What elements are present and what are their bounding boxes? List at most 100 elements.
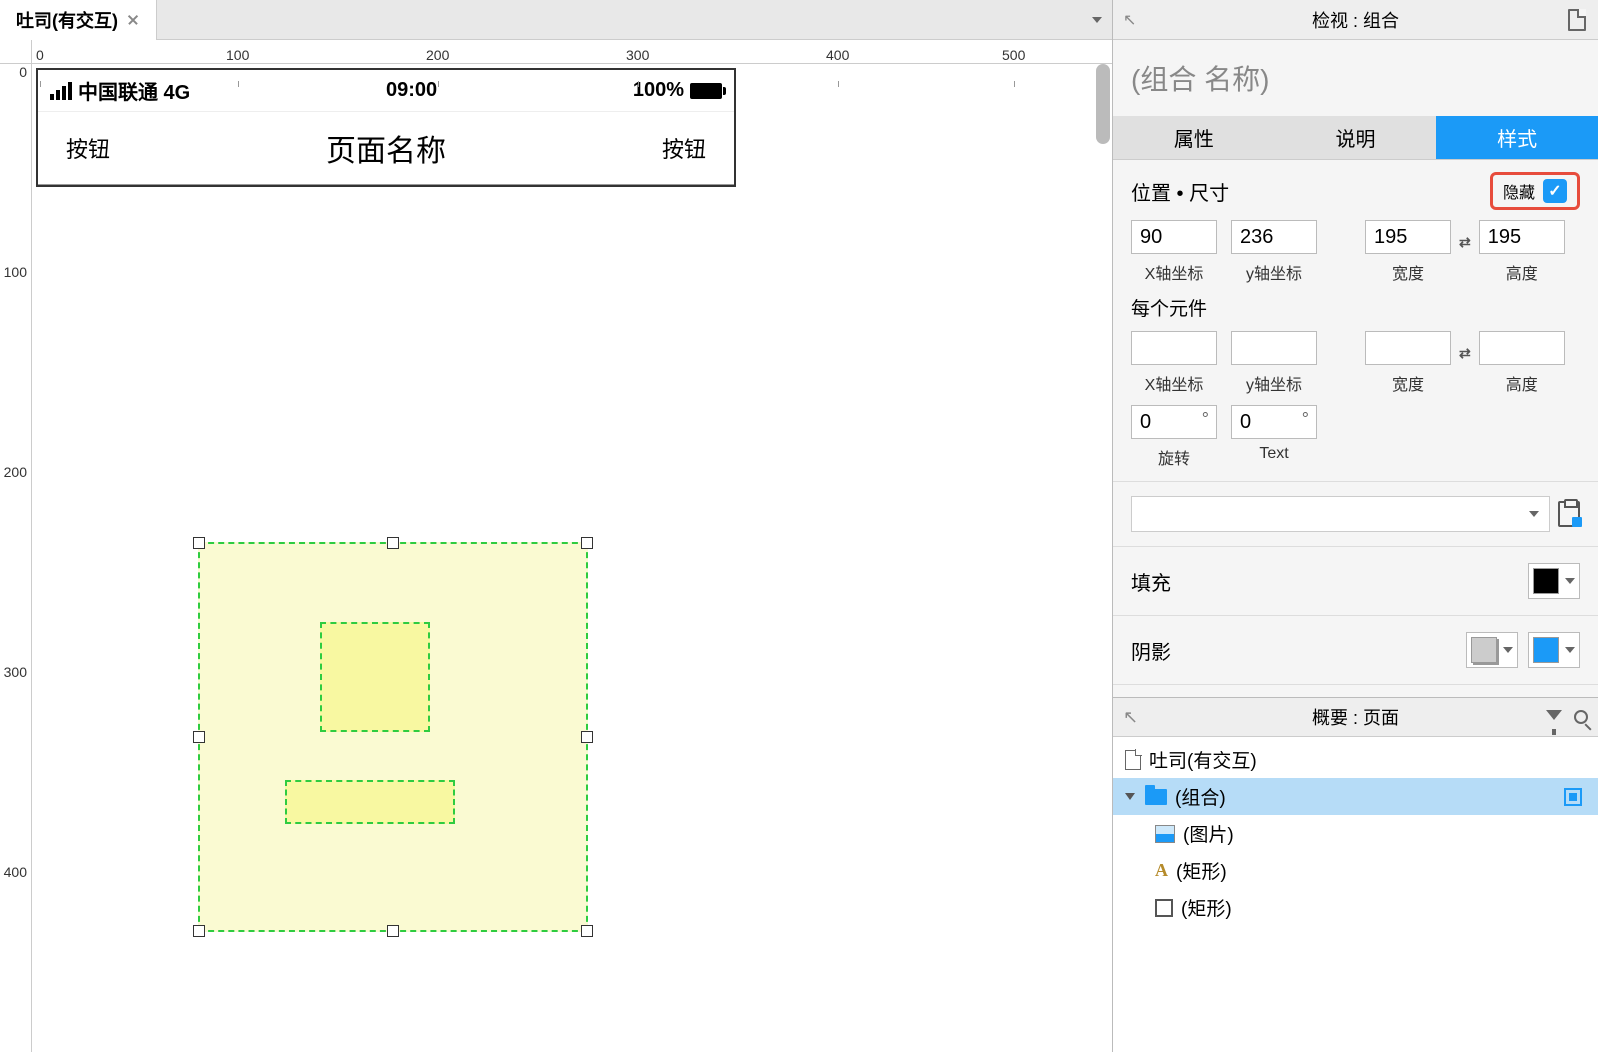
group-badge-icon bbox=[1564, 788, 1582, 806]
clipboard-icon[interactable] bbox=[1558, 501, 1580, 527]
nav-bar: 按钮 页面名称 按钮 bbox=[38, 111, 734, 185]
shadow-label: 阴影 bbox=[1131, 636, 1171, 665]
pe-width-input[interactable] bbox=[1365, 331, 1451, 365]
ruler-tick: 400 bbox=[826, 47, 849, 63]
text-rotation-label: Text bbox=[1259, 445, 1288, 463]
shadow-toggle[interactable] bbox=[1466, 632, 1518, 668]
style-dropdown[interactable] bbox=[1131, 496, 1550, 532]
scrollbar-vertical[interactable] bbox=[1096, 64, 1110, 144]
rectangle-icon bbox=[1155, 899, 1173, 917]
ruler-corner bbox=[0, 40, 32, 64]
fill-label: 填充 bbox=[1131, 567, 1171, 596]
carrier-label: 中国联通 4G bbox=[78, 76, 190, 105]
folder-icon bbox=[1145, 789, 1167, 805]
ruler-tick: 200 bbox=[4, 464, 27, 480]
ruler-tick: 400 bbox=[4, 864, 27, 880]
canvas-viewport[interactable]: 中国联通 4G 09:00 100% 按钮 页面名称 按钮 bbox=[32, 64, 1112, 1052]
inspector-header: ↖ 检视 : 组合 bbox=[1113, 0, 1598, 40]
document-tab[interactable]: 吐司(有交互) bbox=[0, 0, 157, 41]
ruler-tick: 500 bbox=[1002, 47, 1025, 63]
position-size-label: 位置 • 尺寸 bbox=[1131, 177, 1229, 206]
pe-height-input[interactable] bbox=[1479, 331, 1565, 365]
tab-notes[interactable]: 说明 bbox=[1275, 116, 1437, 160]
resize-handle-nw[interactable] bbox=[193, 537, 205, 549]
selected-group[interactable] bbox=[198, 542, 588, 932]
image-icon bbox=[1155, 825, 1175, 843]
tree-item-rect[interactable]: (矩形) bbox=[1113, 889, 1598, 926]
group-name-label[interactable]: (组合 名称) bbox=[1113, 40, 1598, 116]
hide-toggle[interactable]: 隐藏 ✓ bbox=[1490, 172, 1580, 210]
tree-label: 吐司(有交互) bbox=[1149, 746, 1257, 773]
pe-y-label: y轴坐标 bbox=[1246, 371, 1302, 395]
nav-left-button[interactable]: 按钮 bbox=[66, 132, 110, 164]
tree-item-page[interactable]: 吐司(有交互) bbox=[1113, 741, 1598, 778]
constrain-icon[interactable]: ⇄ bbox=[1459, 345, 1471, 362]
outline-tree[interactable]: 吐司(有交互) (组合) (图片) A (矩形) (矩形) bbox=[1113, 737, 1598, 1052]
nav-title: 页面名称 bbox=[110, 126, 662, 170]
inspector-title: 检视 : 组合 bbox=[1312, 7, 1399, 33]
pe-x-label: X轴坐标 bbox=[1145, 371, 1204, 395]
pe-x-input[interactable] bbox=[1131, 331, 1217, 365]
resize-handle-n[interactable] bbox=[387, 537, 399, 549]
ruler-tick: 100 bbox=[4, 264, 27, 280]
popout-icon[interactable]: ↖ bbox=[1123, 10, 1136, 30]
tab-style[interactable]: 样式 bbox=[1436, 116, 1598, 160]
selected-inner-rect[interactable] bbox=[285, 780, 455, 824]
status-bar: 中国联通 4G 09:00 100% bbox=[38, 70, 734, 111]
width-input[interactable] bbox=[1365, 220, 1451, 254]
chevron-down-icon bbox=[1565, 578, 1575, 584]
tree-item-rect[interactable]: A (矩形) bbox=[1113, 852, 1598, 889]
resize-handle-ne[interactable] bbox=[581, 537, 593, 549]
x-input[interactable] bbox=[1131, 220, 1217, 254]
ruler-tick: 0 bbox=[36, 47, 44, 63]
ruler-horizontal[interactable]: 0 100 200 300 400 500 bbox=[32, 40, 1112, 64]
inspector-panel: ↖ 检视 : 组合 (组合 名称) 属性 说明 样式 位置 • 尺寸 隐藏 ✓ … bbox=[1112, 0, 1598, 1052]
tab-dropdown[interactable] bbox=[1082, 0, 1112, 39]
tab-bar: 吐司(有交互) bbox=[0, 0, 1112, 40]
search-icon[interactable] bbox=[1574, 710, 1588, 724]
nav-right-button[interactable]: 按钮 bbox=[662, 132, 706, 164]
y-label: y轴坐标 bbox=[1246, 260, 1302, 284]
pe-width-label: 宽度 bbox=[1392, 371, 1424, 395]
ruler-tick: 300 bbox=[626, 47, 649, 63]
tab-title: 吐司(有交互) bbox=[16, 7, 118, 33]
resize-handle-w[interactable] bbox=[193, 731, 205, 743]
popout-icon[interactable]: ↖ bbox=[1123, 707, 1138, 728]
shadow-icon bbox=[1471, 637, 1497, 663]
ruler-vertical[interactable]: 0 100 200 300 400 bbox=[0, 64, 32, 1052]
resize-handle-se[interactable] bbox=[581, 925, 593, 937]
text-rotation-input[interactable] bbox=[1231, 405, 1317, 439]
height-input[interactable] bbox=[1479, 220, 1565, 254]
device-frame: 中国联通 4G 09:00 100% 按钮 页面名称 按钮 bbox=[36, 68, 736, 187]
caret-down-icon[interactable] bbox=[1125, 793, 1135, 800]
style-dropdown-row bbox=[1113, 482, 1598, 547]
tree-item-image[interactable]: (图片) bbox=[1113, 815, 1598, 852]
rotation-input[interactable] bbox=[1131, 405, 1217, 439]
ruler-tick: 200 bbox=[426, 47, 449, 63]
battery-percent: 100% bbox=[633, 79, 684, 102]
tree-label: (图片) bbox=[1183, 820, 1234, 847]
page-icon[interactable] bbox=[1568, 9, 1586, 31]
tree-item-group[interactable]: (组合) bbox=[1113, 778, 1598, 815]
outline-header: ↖ 概要 : 页面 bbox=[1113, 697, 1598, 737]
pe-y-input[interactable] bbox=[1231, 331, 1317, 365]
chevron-down-icon bbox=[1092, 17, 1102, 23]
fill-swatch bbox=[1533, 568, 1559, 594]
outline-title: 概要 : 页面 bbox=[1312, 704, 1399, 730]
resize-handle-e[interactable] bbox=[581, 731, 593, 743]
chevron-down-icon bbox=[1529, 511, 1539, 517]
y-input[interactable] bbox=[1231, 220, 1317, 254]
filter-icon[interactable] bbox=[1546, 710, 1562, 720]
fill-color-picker[interactable] bbox=[1528, 563, 1580, 599]
resize-handle-s[interactable] bbox=[387, 925, 399, 937]
tab-properties[interactable]: 属性 bbox=[1113, 116, 1275, 160]
hide-checkbox[interactable]: ✓ bbox=[1543, 179, 1567, 203]
shadow-color-swatch bbox=[1533, 637, 1559, 663]
close-icon[interactable] bbox=[126, 13, 140, 27]
shadow-color-picker[interactable] bbox=[1528, 632, 1580, 668]
inspector-tabs: 属性 说明 样式 bbox=[1113, 116, 1598, 160]
selected-inner-rect[interactable] bbox=[320, 622, 430, 732]
resize-handle-sw[interactable] bbox=[193, 925, 205, 937]
constrain-icon[interactable]: ⇄ bbox=[1459, 234, 1471, 251]
width-label: 宽度 bbox=[1392, 260, 1424, 284]
